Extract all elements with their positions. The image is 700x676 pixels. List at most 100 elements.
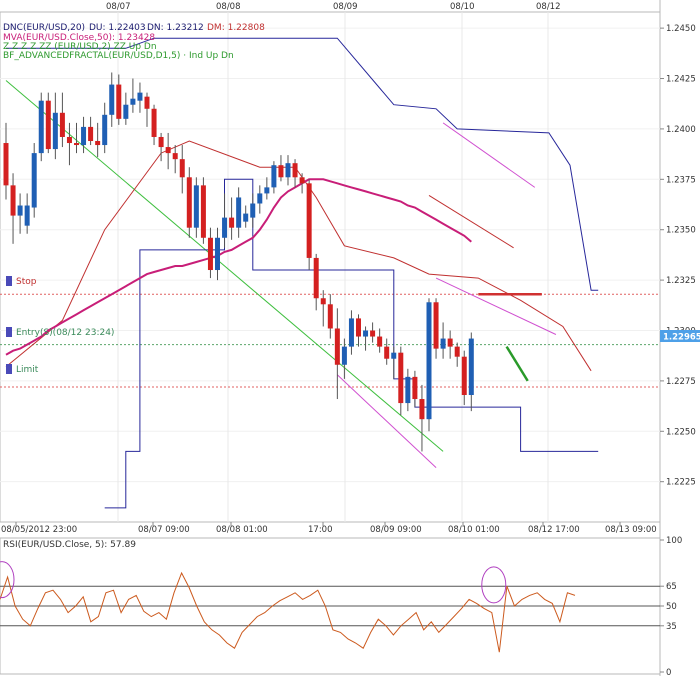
candle-bear — [66, 136, 72, 144]
candle-bear — [165, 147, 171, 154]
candle-bear — [384, 346, 390, 359]
chart-window: 1.24501.24251.24001.23751.23501.23251.23… — [0, 0, 700, 676]
candle-bull — [271, 165, 277, 188]
candle-bull — [405, 376, 411, 404]
x-top-label: 08/09 — [333, 2, 358, 12]
y-tick-label: 1.2250 — [666, 427, 696, 437]
x-bottom-label: 08/10 01:00 — [448, 525, 500, 535]
candle-bear — [200, 185, 206, 238]
candle-bull — [236, 197, 242, 228]
y-tick-label: 1.2275 — [666, 377, 696, 387]
rsi-label: RSI(EUR/USD.Close, 5): 57.89 — [3, 540, 136, 550]
rsi-y-tick-label: 35 — [666, 622, 677, 632]
candle-bear — [207, 237, 213, 271]
x-bottom-label: 08/05/2012 23:00 — [1, 525, 77, 535]
candle-bear — [158, 136, 164, 148]
candle-bull — [257, 193, 263, 204]
legend-dnc-dm: DM: 1.22808 — [207, 23, 265, 33]
candle-bear — [327, 304, 333, 329]
x-bottom-label: 08/07 09:00 — [138, 525, 190, 535]
candle-bear — [370, 330, 376, 337]
candle-bear — [447, 338, 453, 347]
candle-bull — [426, 302, 432, 420]
candle-bear — [356, 318, 361, 337]
candle-bear — [172, 153, 178, 160]
candle-bear — [461, 356, 467, 396]
x-top-label: 08/10 — [450, 2, 475, 12]
candle-bull — [391, 352, 397, 359]
current-price-label: 1.22965 — [663, 333, 700, 343]
y-tick-label: 1.2450 — [666, 24, 696, 34]
x-bottom-label: 08/13 09:00 — [605, 525, 657, 535]
candle-bull — [137, 92, 143, 101]
candle-bull — [215, 237, 220, 271]
candle-bull — [102, 114, 108, 146]
candle-bear — [59, 112, 65, 137]
candle-bull — [363, 330, 369, 337]
rsi-y-tick-label: 0 — [666, 668, 671, 676]
candle-bull — [38, 100, 44, 154]
candle-bear — [10, 185, 16, 216]
candle-bear — [398, 352, 404, 404]
candle-bear — [45, 100, 51, 150]
candle-bull — [243, 213, 249, 222]
candle-bull — [341, 346, 347, 365]
limit-marker-icon[interactable] — [6, 364, 12, 374]
candle-bear — [144, 96, 150, 109]
candle-bear — [95, 141, 101, 146]
candle-bull — [222, 217, 228, 238]
x-bottom-label: 08/09 09:00 — [370, 525, 422, 535]
candle-bear — [313, 257, 319, 299]
legend-fractal: BF_ADVANCEDFRACTAL(EUR/USD,D1,5) · Ind U… — [3, 51, 234, 61]
rsi-y-tick-label: 50 — [666, 602, 677, 612]
candle-bear — [320, 298, 326, 305]
rsi-y-tick-label: 100 — [666, 536, 682, 546]
entry-label[interactable]: Entry(S)(08/12 23:24) — [16, 328, 114, 338]
y-tick-label: 1.2350 — [666, 226, 696, 236]
y-tick-label: 1.2225 — [666, 478, 696, 488]
legend-dnc-dn: DN: 1.23212 — [147, 23, 204, 33]
entry-marker-icon[interactable] — [6, 327, 12, 337]
candle-bull — [468, 338, 474, 396]
candle-bull — [193, 185, 199, 228]
x-bottom-label: 08/12 17:00 — [528, 525, 580, 535]
x-bottom-label: 08/08 01:00 — [216, 525, 268, 535]
candle-bear — [433, 302, 439, 349]
stop-marker-icon[interactable] — [6, 276, 12, 286]
candle-bull — [440, 338, 446, 349]
y-tick-label: 1.2425 — [666, 75, 696, 85]
candle-bull — [17, 205, 23, 216]
candle-bull — [130, 98, 136, 105]
candle-bull — [250, 203, 256, 218]
candle-bull — [285, 163, 291, 178]
x-top-label: 08/12 — [536, 2, 561, 12]
candle-bear — [292, 163, 298, 178]
y-tick-label: 1.2325 — [666, 276, 696, 286]
candle-bear — [419, 399, 425, 420]
candle-bull — [109, 84, 115, 115]
limit-label[interactable]: Limit — [16, 365, 39, 375]
candle-bear — [412, 376, 418, 400]
candle-bear — [334, 328, 340, 365]
candle-bear — [278, 165, 284, 178]
candle-bull — [31, 153, 37, 208]
legend-dnc-name: DNC(EUR/USD,20) — [3, 23, 85, 33]
candle-bear — [306, 183, 312, 258]
candle-bull — [348, 318, 354, 347]
candle-bull — [52, 112, 58, 150]
candle-bear — [299, 177, 305, 184]
candle-bear — [377, 336, 383, 347]
chart-canvas[interactable]: 1.24501.24251.24001.23751.23501.23251.23… — [0, 0, 700, 676]
candle-bull — [81, 126, 87, 146]
y-tick-label: 1.2400 — [666, 125, 696, 135]
candle-bull — [123, 104, 129, 119]
stop-label[interactable]: Stop — [16, 277, 37, 287]
candle-bear — [88, 126, 94, 142]
candle-bull — [264, 187, 270, 194]
candle-bear — [3, 143, 9, 186]
candle-bear — [229, 217, 235, 228]
candle-bear — [454, 346, 460, 357]
candle-bear — [186, 177, 192, 228]
y-tick-label: 1.2375 — [666, 175, 696, 185]
main-panel-frame — [0, 11, 661, 523]
